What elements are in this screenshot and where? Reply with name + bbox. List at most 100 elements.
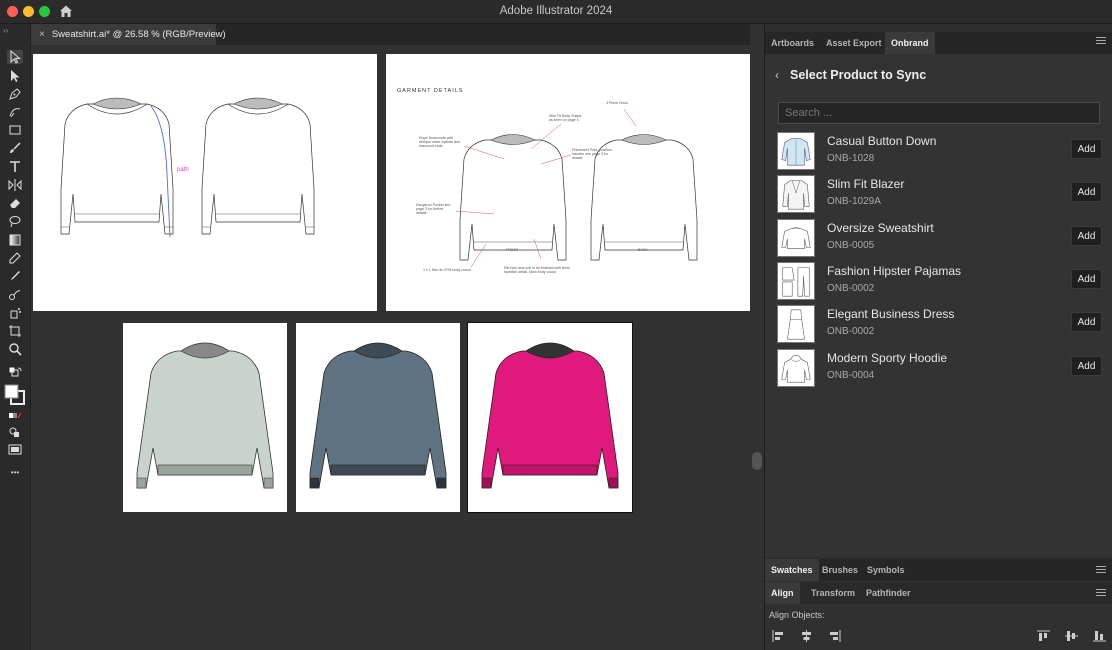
- gradient-tool-icon[interactable]: [7, 233, 23, 247]
- align-top-icon[interactable]: [1037, 630, 1050, 642]
- artboard-garment-details[interactable]: GARMENT DETAILS Slim Fit Body Shape as s…: [386, 54, 750, 311]
- canvas[interactable]: path GARMENT DETAILS Slim Fit Body Shape…: [31, 45, 750, 650]
- align-horizontal-center-icon[interactable]: [800, 630, 813, 642]
- mesh-tool-icon[interactable]: [7, 251, 23, 265]
- product-name: Slim Fit Blazer: [827, 177, 905, 191]
- annotation-placement-print: Placement Print, position transfer see p…: [572, 148, 612, 161]
- path-hint-label: path: [177, 167, 189, 173]
- tab-symbols[interactable]: Symbols: [861, 559, 911, 581]
- align-objects-label: Align Objects:: [769, 610, 825, 620]
- pen-tool-icon[interactable]: [7, 87, 23, 101]
- document-tab-bar: × Sweatshirt.ai* @ 26.58 % (RGB/Preview): [31, 24, 750, 45]
- align-menu-icon[interactable]: [1096, 589, 1106, 597]
- artboard-outline-sweatshirts[interactable]: path: [33, 54, 377, 311]
- product-name: Modern Sporty Hoodie: [827, 351, 948, 365]
- artboard-slate-sweatshirt[interactable]: [296, 323, 460, 512]
- slate-sweatshirt-drawing: [309, 342, 447, 489]
- app-title: Adobe Illustrator 2024: [499, 5, 613, 17]
- fill-stroke-swatch-icon[interactable]: [4, 384, 26, 406]
- tab-artboards[interactable]: Artboards: [765, 32, 820, 54]
- blend-tool-icon[interactable]: [7, 288, 23, 302]
- product-sku: ONB-0005: [827, 240, 875, 251]
- symbol-sprayer-tool-icon[interactable]: [7, 306, 23, 320]
- add-product-button[interactable]: Add: [1071, 226, 1102, 246]
- magenta-sweatshirt-drawing: [481, 342, 619, 489]
- align-tab-bar: Align Transform Pathfinder: [765, 582, 1112, 604]
- shirt-thumbnail: [777, 132, 815, 170]
- rectangle-tool-icon[interactable]: [7, 123, 23, 137]
- add-product-button[interactable]: Add: [1071, 269, 1102, 289]
- annotation-drawcords: Rope Drawcords with Antique silver eyele…: [419, 136, 460, 149]
- panel-tab-bar: Artboards Asset Export Onbrand: [765, 32, 1112, 54]
- product-sku: ONB-1028: [827, 153, 875, 164]
- align-right-icon[interactable]: [828, 630, 841, 642]
- screen-mode-icon[interactable]: [7, 442, 23, 456]
- product-name: Oversize Sweatshirt: [827, 221, 934, 235]
- blazer-thumbnail: [777, 175, 815, 213]
- product-row: Oversize Sweatshirt ONB-0005 Add: [777, 218, 1102, 258]
- vertical-scrollbar-thumb[interactable]: [752, 452, 762, 470]
- product-sku: ONB-1029A: [827, 196, 881, 207]
- label-front: FRONT: [506, 248, 519, 252]
- selection-tool-icon[interactable]: [7, 50, 23, 64]
- onbrand-header-title: Select Product to Sync: [790, 68, 927, 82]
- hoodie-thumbnail: [777, 349, 815, 387]
- product-name: Fashion Hipster Pajamas: [827, 264, 962, 278]
- curvature-tool-icon[interactable]: [7, 105, 23, 119]
- eraser-tool-icon[interactable]: [7, 196, 23, 210]
- product-row: Casual Button Down ONB-1028 Add: [777, 131, 1102, 171]
- add-product-button[interactable]: Add: [1071, 312, 1102, 332]
- product-row: Elegant Business Dress ONB-0002 Add: [777, 304, 1102, 344]
- product-name: Elegant Business Dress: [827, 307, 955, 321]
- default-fill-stroke-icon[interactable]: [7, 366, 23, 380]
- product-sku: ONB-0002: [827, 283, 875, 294]
- tab-asset-export[interactable]: Asset Export: [820, 32, 888, 54]
- panel-menu-icon[interactable]: [1096, 37, 1106, 45]
- drawing-mode-icon[interactable]: [7, 425, 23, 439]
- artboard-magenta-sweatshirt[interactable]: [467, 322, 633, 513]
- right-panel: Artboards Asset Export Onbrand ‹ Select …: [765, 24, 1112, 650]
- reflect-tool-icon[interactable]: [7, 178, 23, 192]
- align-left-icon[interactable]: [772, 630, 785, 642]
- tab-brushes[interactable]: Brushes: [816, 559, 864, 581]
- annotation-rib-hem: Rib hem and cuff to be finished with 5mm…: [504, 266, 570, 275]
- add-product-button[interactable]: Add: [1071, 139, 1102, 159]
- title-bar: Adobe Illustrator 2024: [0, 0, 1112, 24]
- tab-transform[interactable]: Transform: [805, 582, 861, 604]
- label-back: BACK: [638, 248, 648, 252]
- zoom-tool-icon[interactable]: [7, 342, 23, 356]
- align-panel: Align Objects:: [765, 604, 1112, 650]
- sweatshirt-thumbnail: [777, 219, 815, 257]
- tab-align[interactable]: Align: [765, 582, 800, 604]
- sage-sweatshirt-drawing: [136, 342, 274, 489]
- back-chevron-icon[interactable]: ‹: [775, 68, 779, 82]
- color-mode-icon[interactable]: [7, 409, 23, 423]
- more-tools-icon[interactable]: •••: [7, 465, 23, 479]
- document-tab-label: Sweatshirt.ai* @ 26.58 % (RGB/Preview): [51, 29, 226, 40]
- annotation-slim-fit: Slim Fit Body Shape as seen on page 4: [549, 114, 582, 123]
- artboard-sage-sweatshirt[interactable]: [123, 323, 287, 512]
- paintbrush-tool-icon[interactable]: [7, 141, 23, 155]
- add-product-button[interactable]: Add: [1071, 182, 1102, 202]
- type-tool-icon[interactable]: [7, 160, 23, 174]
- product-row: Fashion Hipster Pajamas ONB-0002 Add: [777, 261, 1102, 301]
- direct-selection-tool-icon[interactable]: [7, 69, 23, 83]
- eyedropper-tool-icon[interactable]: [7, 269, 23, 283]
- product-search-input[interactable]: [778, 102, 1100, 124]
- tab-onbrand[interactable]: Onbrand: [885, 32, 935, 54]
- product-sku: ONB-0004: [827, 370, 875, 381]
- artboard-tool-icon[interactable]: [7, 324, 23, 338]
- close-tab-icon[interactable]: ×: [39, 29, 45, 40]
- document-tab[interactable]: × Sweatshirt.ai* @ 26.58 % (RGB/Preview): [31, 24, 226, 45]
- align-bottom-icon[interactable]: [1093, 630, 1106, 642]
- tab-swatches[interactable]: Swatches: [765, 559, 819, 581]
- align-vertical-center-icon[interactable]: [1065, 630, 1078, 642]
- annotation-kangaroo-pocket: Kangaroo Pocket see page 3 for further d…: [416, 203, 451, 216]
- product-row: Modern Sporty Hoodie ONB-0004 Add: [777, 348, 1102, 388]
- lasso-tool-icon[interactable]: [7, 214, 23, 228]
- tab-pathfinder[interactable]: Pathfinder: [860, 582, 917, 604]
- add-product-button[interactable]: Add: [1071, 356, 1102, 376]
- swatches-menu-icon[interactable]: [1096, 566, 1106, 574]
- product-name: Casual Button Down: [827, 134, 937, 148]
- collapse-toolbar-icon[interactable]: ››: [3, 26, 8, 35]
